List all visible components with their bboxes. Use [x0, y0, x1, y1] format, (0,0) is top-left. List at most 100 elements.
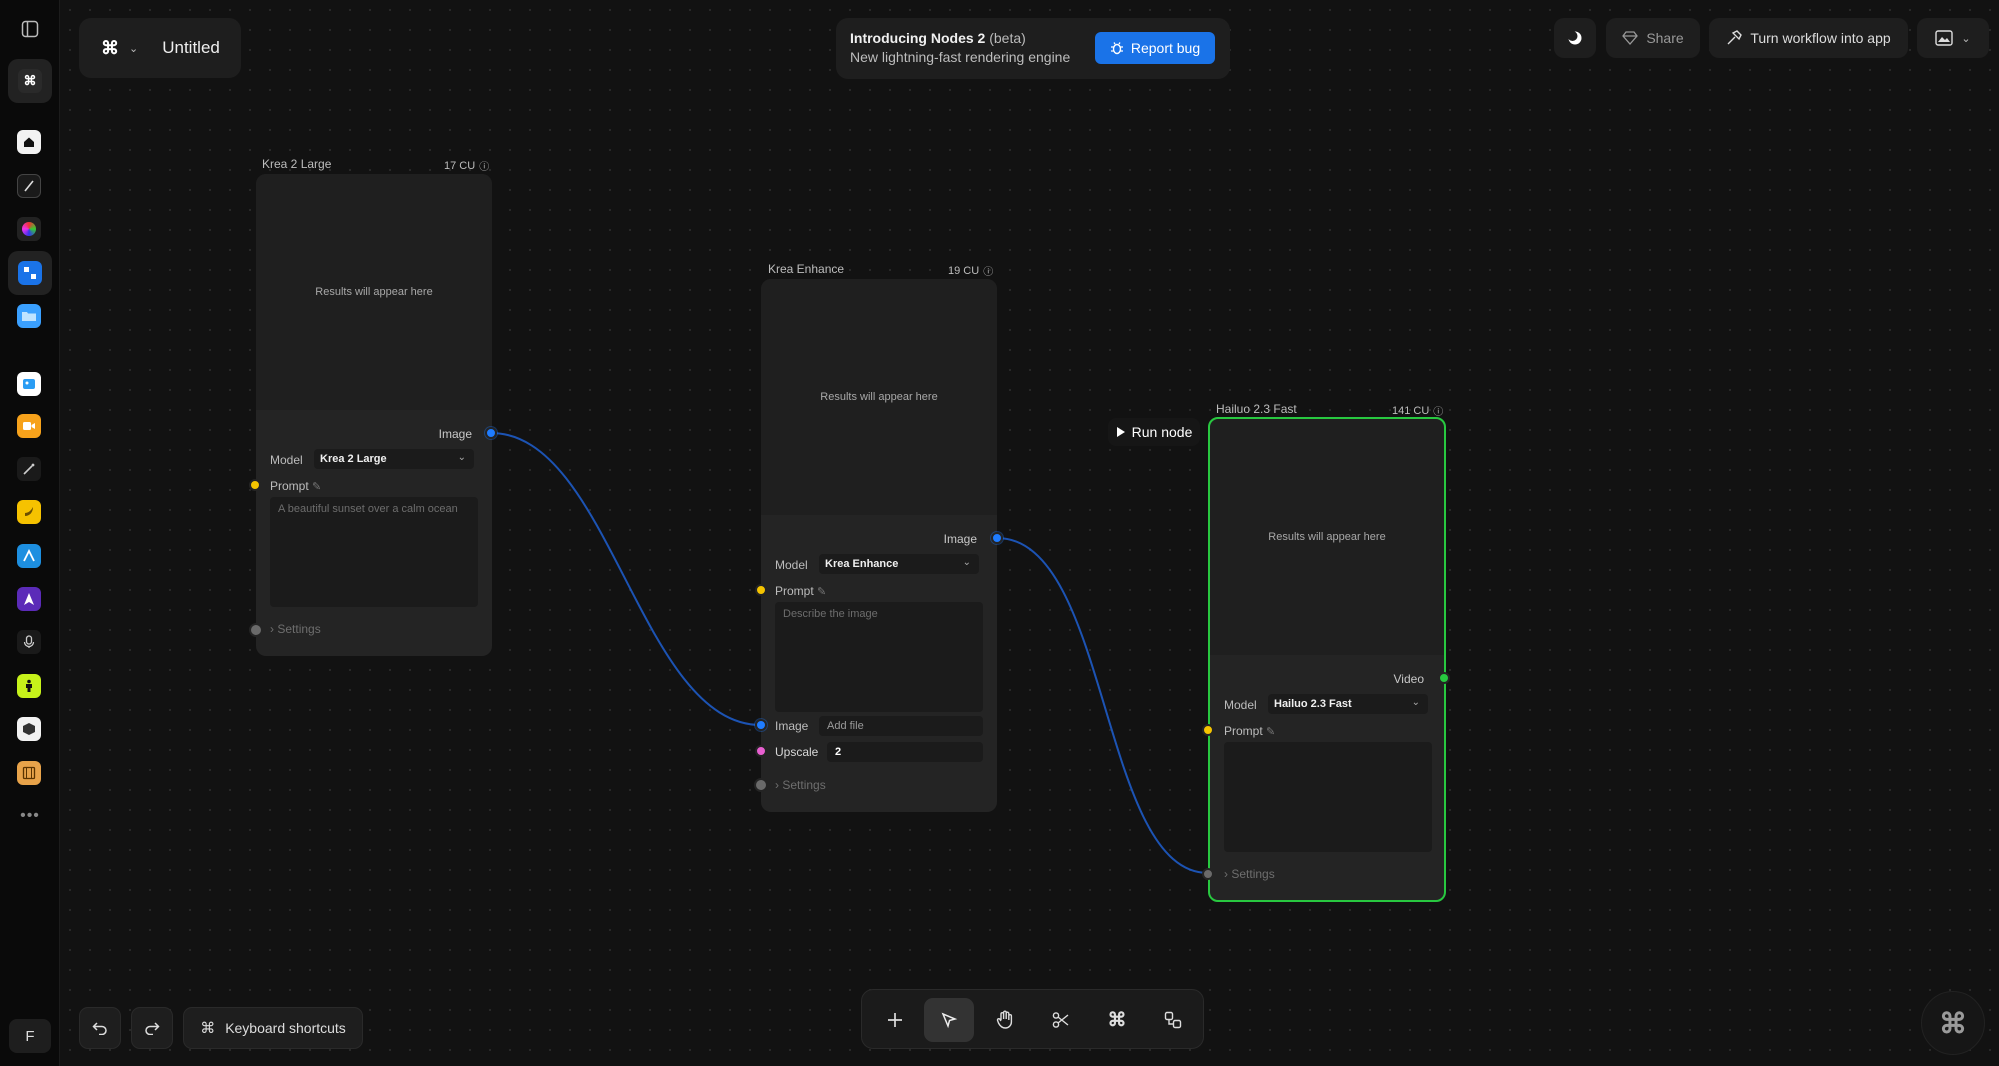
keyboard-shortcuts-button[interactable]: ⌘ Keyboard shortcuts [183, 1007, 363, 1049]
node-cost-enhance: 19 CU ⓘ [948, 263, 993, 279]
share-label: Share [1646, 30, 1684, 46]
cost-label: 19 CU [948, 264, 980, 277]
compass-app-icon[interactable] [17, 587, 41, 611]
cost-label: 141 CU [1392, 404, 1430, 417]
plus-icon[interactable] [870, 998, 920, 1042]
announcement-banner: Introducing Nodes 2 (beta) New lightning… [836, 18, 1230, 79]
settings-toggle[interactable]: › Settings [775, 778, 826, 792]
project-title[interactable]: Untitled [162, 38, 220, 58]
magic-wand-icon[interactable] [17, 457, 41, 481]
banana-icon[interactable] [17, 500, 41, 524]
image-input-port[interactable] [755, 719, 767, 731]
share-button[interactable]: Share [1606, 18, 1700, 58]
gallery-icon [1935, 30, 1954, 46]
output-label: Video [1393, 672, 1424, 686]
prompt-textarea[interactable] [1224, 742, 1432, 852]
diamond-icon [1622, 31, 1639, 45]
settings-port[interactable] [249, 623, 263, 637]
node-cost-krea2: 17 CU ⓘ [444, 158, 489, 174]
upscale-label: Upscale [775, 745, 819, 759]
home-icon[interactable] [17, 130, 41, 154]
pencil-icon[interactable]: ✎ [312, 481, 321, 493]
node-title-enhance: Krea Enhance [768, 262, 845, 276]
scissors-icon[interactable] [1036, 998, 1086, 1042]
image-output-port[interactable] [485, 427, 497, 439]
avatar-initial: F [25, 1027, 35, 1045]
model-select[interactable]: Krea Enhance ⌄ [819, 554, 979, 574]
upscale-input[interactable]: 2 [827, 742, 983, 762]
run-node-button[interactable]: Run node [1108, 418, 1200, 446]
model-label: Model [775, 558, 808, 572]
pencil-icon[interactable]: ✎ [817, 586, 826, 598]
moon-icon [1567, 31, 1582, 45]
film-icon[interactable] [17, 761, 41, 785]
undo-icon [92, 1022, 107, 1035]
hand-icon[interactable] [980, 998, 1030, 1042]
redo-button[interactable] [131, 1007, 173, 1049]
report-bug-button[interactable]: Report bug [1095, 32, 1215, 64]
model-value: Krea 2 Large [320, 453, 387, 465]
chevron-down-icon: ⌄ [1961, 32, 1971, 45]
model-value: Krea Enhance [825, 558, 899, 570]
model-select[interactable]: Hailuo 2.3 Fast ⌄ [1268, 694, 1428, 714]
microphone-icon[interactable] [17, 630, 41, 654]
toggle-sidebar-icon[interactable] [15, 14, 45, 44]
undo-button[interactable] [79, 1007, 121, 1049]
prompt-input-port[interactable] [1202, 724, 1214, 736]
prompt-input-port[interactable] [249, 479, 261, 491]
image-output-port[interactable] [991, 532, 1003, 544]
settings-port[interactable] [754, 778, 768, 792]
krea-logo-icon[interactable]: ⌘ [8, 59, 52, 103]
pencil-icon[interactable]: ✎ [1266, 726, 1275, 738]
result-preview: Results will appear here [256, 174, 492, 410]
beta-tag: (beta) [989, 30, 1026, 46]
figure-icon[interactable] [17, 674, 41, 698]
more-icon[interactable]: ••• [15, 801, 45, 831]
canvas-toolbar: ⌘ [861, 989, 1204, 1049]
left-sidebar: ⌘ ••• F [0, 0, 60, 1066]
workflow-app-label: Turn workflow into app [1750, 30, 1891, 46]
chevron-right-icon: › [775, 778, 779, 792]
video-output-port[interactable] [1438, 672, 1450, 684]
turn-workflow-into-app-button[interactable]: Turn workflow into app [1709, 18, 1908, 58]
gallery-menu-button[interactable]: ⌄ [1917, 18, 1989, 58]
command-icon: ⌘ [200, 1020, 216, 1037]
model-select[interactable]: Krea 2 Large ⌄ [314, 449, 474, 469]
nodes-icon[interactable] [8, 251, 52, 295]
pointer-icon[interactable] [924, 998, 974, 1042]
upscale-input-port[interactable] [755, 745, 767, 757]
chevron-down-icon[interactable]: ⌄ [129, 42, 138, 55]
krea-assistant-button[interactable]: ⌘ [1921, 991, 1985, 1055]
video-app-icon[interactable] [17, 414, 41, 438]
node-krea2-large[interactable]: Results will appear here Image Model Kre… [256, 174, 492, 656]
model-label: Model [270, 453, 303, 467]
krea-logo-icon[interactable]: ⌘ [101, 38, 119, 59]
user-avatar[interactable]: F [9, 1019, 51, 1053]
output-label: Image [438, 427, 472, 441]
image-app-icon[interactable] [17, 372, 41, 396]
info-icon[interactable]: ⓘ [983, 263, 993, 278]
shapes-icon[interactable] [1148, 998, 1198, 1042]
prompt-input-port[interactable] [755, 584, 767, 596]
image-file-field[interactable]: Add file [819, 716, 983, 736]
chevron-right-icon: › [270, 622, 274, 636]
prompt-textarea[interactable]: Describe the image [775, 602, 983, 712]
cube-icon[interactable] [17, 717, 41, 741]
pen-icon[interactable] [17, 174, 41, 198]
node-krea-enhance[interactable]: Results will appear here Image Model Kre… [761, 279, 997, 812]
settings-toggle[interactable]: › Settings [270, 622, 321, 636]
theme-toggle-button[interactable] [1554, 18, 1596, 58]
arrow-app-icon[interactable] [17, 544, 41, 568]
info-icon[interactable]: ⓘ [1433, 403, 1443, 418]
bug-icon [1110, 42, 1123, 55]
folder-icon[interactable] [17, 304, 41, 328]
project-title-card: ⌘ ⌄ Untitled [79, 18, 241, 78]
settings-toggle[interactable]: › Settings [1224, 867, 1275, 881]
color-orb-icon[interactable] [17, 217, 41, 241]
settings-port[interactable] [1202, 868, 1214, 880]
node-hailuo-fast[interactable]: Results will appear here Video Model Hai… [1208, 417, 1446, 902]
krea-logo-icon[interactable]: ⌘ [1092, 998, 1142, 1042]
prompt-textarea[interactable]: A beautiful sunset over a calm ocean [270, 497, 478, 607]
info-icon[interactable]: ⓘ [479, 158, 489, 173]
node-title-hailuo: Hailuo 2.3 Fast [1216, 402, 1297, 416]
